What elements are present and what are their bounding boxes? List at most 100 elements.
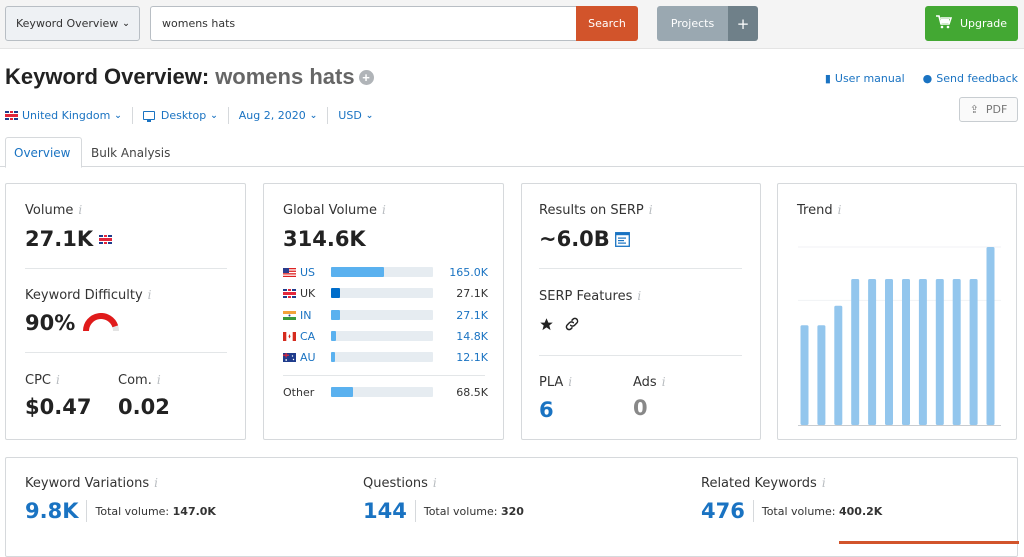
country-code: UK — [300, 286, 316, 300]
serp-features-label: SERP Features i — [539, 289, 642, 304]
info-icon[interactable]: i — [56, 373, 60, 387]
country-code: AU — [300, 350, 316, 364]
info-icon[interactable]: i — [662, 375, 666, 389]
country-volume: 165.0K — [449, 265, 488, 279]
info-icon[interactable]: i — [382, 203, 386, 217]
divider — [283, 375, 485, 376]
uk-flag-icon — [283, 288, 296, 298]
volume-value-row: 27.1K — [25, 227, 113, 251]
volume-bar-fill — [331, 267, 385, 277]
related-keywords-total: Total volume: 400.2K — [761, 504, 883, 518]
trend-bar[interactable] — [868, 279, 877, 425]
country-row-us[interactable]: US 165.0K — [283, 265, 488, 279]
chevron-down-icon: ⌄ — [210, 110, 218, 121]
divider — [539, 268, 742, 269]
star-icon[interactable] — [539, 317, 554, 332]
canada-flag-icon — [283, 331, 296, 341]
currency-dropdown[interactable]: USD ⌄ — [338, 109, 373, 122]
country-row-ca[interactable]: CA 14.8K — [283, 329, 488, 343]
book-icon: ▮ — [824, 72, 831, 85]
projects-group: Projects + — [657, 6, 758, 41]
info-icon[interactable]: i — [78, 203, 82, 217]
related-keywords-count[interactable]: 476 — [701, 499, 745, 523]
trend-bar[interactable] — [902, 279, 910, 425]
info-icon[interactable]: i — [148, 288, 152, 302]
trend-bar[interactable] — [800, 325, 809, 425]
ads-value: 0 — [633, 396, 648, 420]
projects-button[interactable]: Projects — [657, 6, 728, 41]
title-prefix: Keyword Overview: — [5, 64, 210, 89]
date-label: Aug 2, 2020 — [238, 109, 306, 122]
volume-panel: Volume i 27.1K Keyword Difficulty i 90% CP… — [5, 183, 246, 440]
trend-bar[interactable] — [918, 279, 927, 425]
volume-bar-fill — [331, 288, 340, 298]
device-dropdown[interactable]: Desktop ⌄ — [142, 109, 218, 122]
info-icon[interactable]: i — [433, 476, 437, 490]
divider — [227, 107, 229, 124]
questions-count[interactable]: 144 — [363, 499, 407, 523]
database-dropdown[interactable]: United Kingdom ⌄ — [5, 109, 122, 122]
questions-total: Total volume: 320 — [423, 504, 524, 518]
add-project-button[interactable]: + — [728, 6, 758, 41]
chevron-down-icon: ⌄ — [365, 110, 374, 121]
link-icon[interactable] — [564, 316, 580, 332]
search-button[interactable]: Search — [576, 6, 638, 41]
keyword-variations-total: Total volume: 147.0K — [95, 504, 216, 518]
volume-bar — [331, 387, 433, 397]
uk-flag-icon — [99, 234, 113, 244]
serp-view-icon[interactable] — [614, 231, 630, 247]
upload-icon: ⇪ — [969, 103, 979, 116]
country-row-uk[interactable]: UK 27.1K — [283, 286, 488, 300]
divider — [327, 107, 329, 124]
info-icon[interactable]: i — [838, 203, 842, 217]
tab-bulk-analysis[interactable]: Bulk Analysis — [83, 137, 178, 168]
user-manual-link[interactable]: ▮ User manual — [825, 72, 905, 85]
tab-overview[interactable]: Overview — [5, 137, 82, 168]
questions-block: Questions i 144 Total volume: 320 — [363, 476, 524, 523]
trend-label: Trend i — [797, 203, 842, 218]
export-pdf-button[interactable]: ⇪ PDF — [959, 97, 1018, 122]
filter-bar: United Kingdom ⌄ Desktop ⌄ Aug 2, 2020 ⌄… — [5, 107, 373, 124]
info-icon[interactable]: i — [157, 373, 161, 387]
country-row-in[interactable]: IN 27.1K — [283, 308, 488, 322]
send-feedback-link[interactable]: ● Send feedback — [923, 72, 1018, 85]
date-dropdown[interactable]: Aug 2, 2020 ⌄ — [239, 109, 318, 122]
trend-bar[interactable] — [952, 279, 961, 425]
country-volume: 68.5K — [456, 385, 488, 399]
trend-bar[interactable] — [851, 279, 860, 425]
info-icon[interactable]: i — [154, 476, 158, 490]
info-icon[interactable]: i — [822, 476, 826, 490]
competition-value: 0.02 — [118, 395, 170, 419]
upgrade-button[interactable]: Upgrade — [925, 6, 1018, 41]
country-volume: 14.8K — [456, 329, 488, 343]
trend-bar[interactable] — [935, 279, 944, 425]
add-keyword-icon[interactable]: + — [358, 70, 374, 85]
results-on-serp-label: Results on SERP i — [539, 203, 653, 218]
volume-bar-fill — [331, 310, 340, 320]
keyword-difficulty-label: Keyword Difficulty i — [25, 288, 152, 303]
country-volume: 27.1K — [456, 286, 488, 300]
volume-bar-fill — [331, 331, 336, 341]
info-icon[interactable]: i — [637, 289, 641, 303]
info-icon[interactable]: i — [568, 375, 572, 389]
us-flag-icon — [283, 267, 296, 277]
user-manual-label: User manual — [834, 72, 905, 85]
trend-bar[interactable] — [885, 279, 893, 425]
trend-bar[interactable] — [817, 325, 826, 425]
tool-selector-dropdown[interactable]: Keyword Overview ⌄ — [5, 6, 140, 41]
info-icon[interactable]: i — [649, 203, 653, 217]
keyword-variations-count[interactable]: 9.8K — [25, 499, 78, 523]
send-feedback-label: Send feedback — [936, 72, 1018, 85]
trend-bar[interactable] — [969, 279, 978, 425]
pla-value[interactable]: 6 — [539, 398, 554, 422]
keyword-search-input[interactable] — [150, 6, 577, 41]
country-row-au[interactable]: AU 12.1K — [283, 350, 488, 364]
country-row-other: Other 68.5K — [283, 385, 488, 399]
divider — [131, 107, 133, 124]
australia-flag-icon — [283, 352, 296, 362]
trend-bar[interactable] — [834, 305, 843, 425]
related-keywords-label: Related Keywords i — [701, 476, 826, 491]
chevron-down-icon: ⌄ — [309, 110, 318, 121]
top-bar: Keyword Overview ⌄ Search Projects + Upg… — [0, 0, 1024, 49]
trend-bar[interactable] — [986, 247, 995, 425]
